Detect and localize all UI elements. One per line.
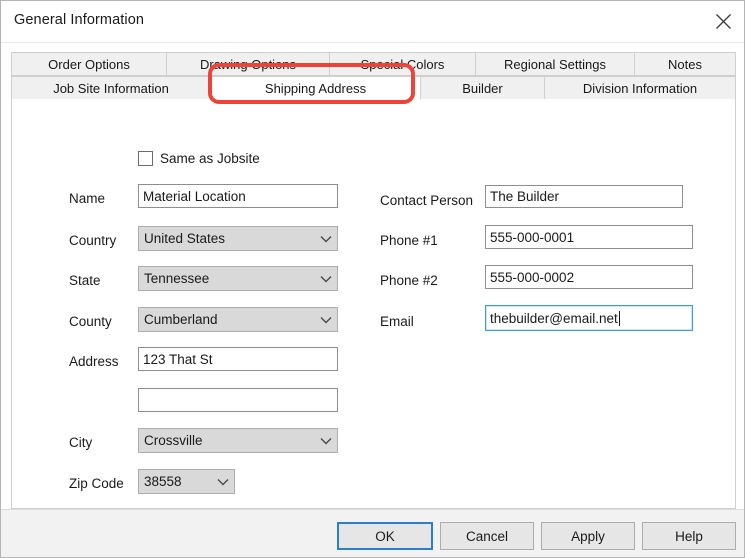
country-dropdown[interactable]: United States xyxy=(138,226,338,251)
window-title: General Information xyxy=(14,12,145,28)
state-dropdown[interactable]: Tennessee xyxy=(138,266,338,291)
checkbox-box[interactable] xyxy=(138,151,153,166)
general-information-dialog: General Information Order Options Drawin… xyxy=(0,0,745,558)
chevron-down-icon[interactable] xyxy=(315,437,337,445)
address-line1-input[interactable]: 123 That St xyxy=(138,347,338,371)
city-dropdown[interactable]: Crossville xyxy=(138,428,338,453)
cancel-button[interactable]: Cancel xyxy=(440,522,534,550)
label-contact-person: Contact Person xyxy=(380,193,474,208)
tab-drawing-options[interactable]: Drawing Options xyxy=(167,52,330,76)
ok-button-label: OK xyxy=(375,528,395,544)
contact-person-value: The Builder xyxy=(490,189,560,204)
text-caret xyxy=(618,310,620,326)
country-value: United States xyxy=(144,231,226,246)
tab-order-options[interactable]: Order Options xyxy=(11,52,167,76)
tab-strip: Order Options Drawing Options Special Co… xyxy=(11,52,736,100)
label-state: State xyxy=(69,273,101,288)
tab-shipping-address[interactable]: Shipping Address xyxy=(211,76,421,100)
address-line1-value: 123 That St xyxy=(143,351,213,367)
tab-notes[interactable]: Notes xyxy=(635,52,736,76)
same-as-jobsite-label: Same as Jobsite xyxy=(160,151,260,166)
cancel-button-label: Cancel xyxy=(465,528,509,544)
tab-label: Notes xyxy=(668,56,702,72)
phone-1-value: 555-000-0001 xyxy=(490,229,575,245)
name-input[interactable]: Material Location xyxy=(138,184,338,208)
tab-label: Order Options xyxy=(48,56,130,72)
help-button[interactable]: Help xyxy=(642,522,736,550)
address-line2-input[interactable] xyxy=(138,388,338,412)
apply-button[interactable]: Apply xyxy=(541,522,635,550)
tab-row-2: Job Site Information Shipping Address Bu… xyxy=(11,76,736,100)
name-input-value: Material Location xyxy=(143,188,246,204)
phone-2-value: 555-000-0002 xyxy=(490,269,575,285)
label-country: Country xyxy=(69,233,117,248)
label-city: City xyxy=(69,435,93,450)
zip-code-value: 38558 xyxy=(144,474,182,489)
shipping-address-panel: Same as Jobsite Name Material Location C… xyxy=(11,99,736,509)
zip-code-dropdown[interactable]: 38558 xyxy=(138,469,235,494)
dialog-footer: OK Cancel Apply Help xyxy=(1,509,744,557)
tab-label: Shipping Address xyxy=(264,80,367,96)
county-value: Cumberland xyxy=(144,312,218,327)
tab-label: Builder xyxy=(462,80,503,96)
title-bar: General Information xyxy=(1,1,744,43)
tab-label: Division Information xyxy=(582,80,698,96)
tab-job-site-information[interactable]: Job Site Information xyxy=(11,76,211,100)
contact-person-input[interactable]: The Builder xyxy=(485,185,683,208)
close-icon[interactable] xyxy=(700,1,744,42)
label-name: Name xyxy=(69,191,106,206)
help-button-label: Help xyxy=(675,528,703,544)
tab-special-colors[interactable]: Special Colors xyxy=(330,52,476,76)
tab-label: Regional Settings xyxy=(504,56,606,72)
tab-row-1: Order Options Drawing Options Special Co… xyxy=(11,52,736,76)
label-zip-code: Zip Code xyxy=(69,476,124,491)
tab-label: Job Site Information xyxy=(53,80,169,96)
phone-1-input[interactable]: 555-000-0001 xyxy=(485,225,693,249)
county-dropdown[interactable]: Cumberland xyxy=(138,307,338,332)
ok-button[interactable]: OK xyxy=(337,522,433,550)
same-as-jobsite-checkbox[interactable]: Same as Jobsite xyxy=(138,151,260,166)
label-address: Address xyxy=(69,354,119,369)
phone-2-input[interactable]: 555-000-0002 xyxy=(485,265,693,289)
label-phone-1: Phone #1 xyxy=(380,233,438,248)
tab-division-information[interactable]: Division Information xyxy=(545,76,736,100)
chevron-down-icon[interactable] xyxy=(315,275,337,283)
email-input[interactable]: thebuilder@email.net xyxy=(485,305,693,331)
chevron-down-icon[interactable] xyxy=(315,316,337,324)
chevron-down-icon[interactable] xyxy=(212,478,234,486)
chevron-down-icon[interactable] xyxy=(315,235,337,243)
tab-label: Special Colors xyxy=(360,56,445,72)
email-value: thebuilder@email.net xyxy=(490,310,618,326)
state-value: Tennessee xyxy=(144,271,210,286)
apply-button-label: Apply xyxy=(571,528,605,544)
tab-regional-settings[interactable]: Regional Settings xyxy=(476,52,635,76)
tab-builder[interactable]: Builder xyxy=(421,76,545,100)
label-email: Email xyxy=(380,314,414,329)
city-value: Crossville xyxy=(144,433,203,448)
label-county: County xyxy=(69,314,112,329)
tab-label: Drawing Options xyxy=(199,56,297,72)
label-phone-2: Phone #2 xyxy=(380,273,438,288)
